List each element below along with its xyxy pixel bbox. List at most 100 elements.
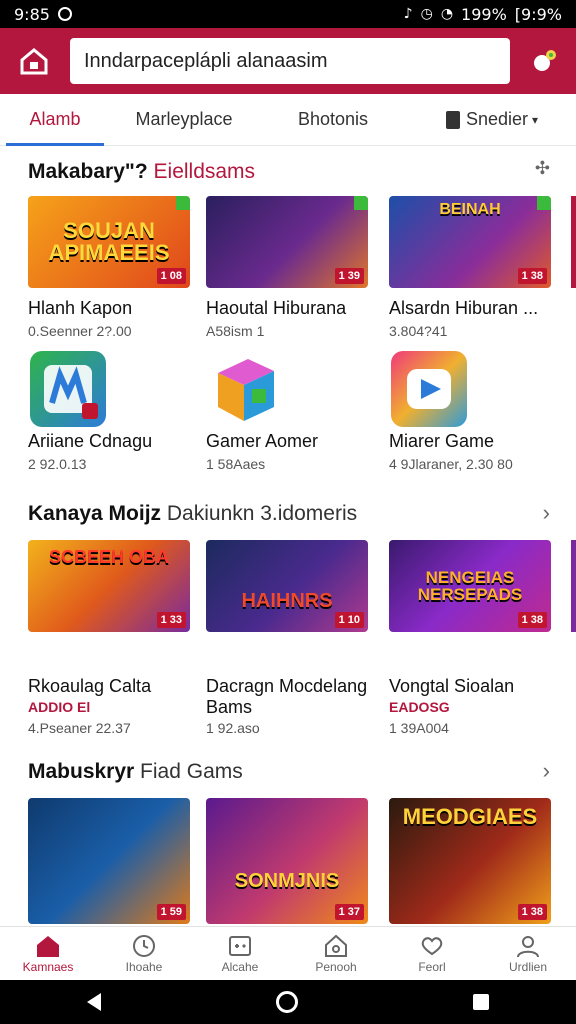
tab-label: Alamb: [29, 109, 81, 129]
game-title[interactable]: Vongtal Sioalan: [389, 676, 514, 697]
app-meta: 1 58Aaes: [206, 456, 266, 472]
nav-label: Urdlien: [508, 959, 547, 974]
app-meta: 4 9Jlaraner, 2.30 80: [389, 456, 513, 472]
next-card-peek: [571, 196, 576, 288]
gamepad-icon: [229, 935, 251, 956]
back-icon[interactable]: [87, 993, 102, 1011]
game-tile[interactable]: SONMJNIS 1 37: [206, 798, 368, 924]
tile-badge: 1 37: [334, 904, 364, 920]
tile-badge: 1 38: [517, 904, 547, 920]
house-outline-icon: [325, 934, 347, 957]
tile-badge: 1 38: [517, 612, 547, 628]
play-icon: [407, 369, 451, 409]
wifi-icon: ◔: [440, 6, 454, 22]
game-title[interactable]: Alsardn Hiburan ...: [389, 298, 538, 319]
tile-corner-mark: [354, 196, 368, 210]
home-icon: [20, 48, 48, 75]
sparkle-icon[interactable]: ✣: [535, 158, 550, 179]
tab-marketplace[interactable]: Marleyplace: [110, 94, 258, 146]
section-subheading: Dakiunkn 3.idomeris: [166, 502, 358, 525]
cube-icon: [218, 359, 274, 421]
home-button[interactable]: [12, 39, 56, 83]
section-heading: Mabuskryr: [28, 760, 141, 783]
game-tile[interactable]: HAIHNRS 1 10: [206, 540, 368, 632]
alarm-icon: ◷: [420, 6, 433, 22]
nav-label: Penooh: [315, 959, 357, 974]
game-title[interactable]: Hlanh Kapon: [28, 298, 132, 319]
system-navigation-bar: [0, 980, 576, 1024]
nav-item-penooh[interactable]: Penooh: [288, 927, 384, 980]
search-input[interactable]: [84, 49, 496, 73]
game-tile[interactable]: SCBEEH OBA 1 33: [28, 540, 190, 632]
tile-badge: 1 59: [156, 904, 186, 920]
game-tile[interactable]: 1 39: [206, 196, 368, 288]
app-title[interactable]: Ariiane Cdnagu: [28, 431, 152, 452]
document-icon: [445, 110, 460, 129]
section-title: Makabary"? Eielldsams: [28, 160, 255, 184]
chevron-right-icon[interactable]: ›: [543, 758, 550, 784]
tab-label: Snedier: [465, 109, 528, 129]
tab-snedier[interactable]: Snedier ▾: [408, 94, 576, 146]
volume-icon: ♪: [403, 6, 413, 22]
tile-badge: 1 10: [334, 612, 364, 628]
nav-item-feorl[interactable]: Feorl: [384, 927, 480, 980]
app-icon[interactable]: [391, 351, 467, 427]
bottom-navigation: Kamnaes Ihoahe Alcahe Penooh Feorl Urdli…: [0, 926, 576, 980]
app-title[interactable]: Miarer Game: [389, 431, 494, 452]
nav-item-kamnaes[interactable]: Kamnaes: [0, 927, 96, 980]
section-title: Kanaya Moijz Dakiunkn 3.idomeris: [28, 502, 357, 526]
game-meta: 1 39A004: [389, 720, 449, 736]
game-title[interactable]: Haoutal Hiburana: [206, 298, 346, 319]
home-icon: [37, 935, 59, 957]
recent-apps-icon[interactable]: [472, 994, 489, 1010]
nav-item-ihoahe[interactable]: Ihoahe: [96, 927, 192, 980]
status-bar: 9:85 ♪ ◷ ◔ 199% [9:9%: [0, 0, 576, 28]
content-feed[interactable]: Makabary"? Eielldsams ✣ SOUJAN APIMAEEIS…: [0, 146, 576, 926]
app-icon[interactable]: [30, 351, 106, 427]
status-clock: [9:9%: [514, 4, 562, 24]
home-circle-icon[interactable]: [275, 991, 298, 1013]
app-meta: 2 92.0.13: [28, 456, 87, 472]
nav-label: Feorl: [418, 959, 446, 974]
nav-item-urdlien[interactable]: Urdlien: [480, 927, 576, 980]
notification-icon: [57, 7, 72, 21]
tile-corner-mark: [537, 196, 551, 210]
tile-badge: 1 38: [517, 268, 547, 284]
game-meta: 4.Pseaner 22.37: [28, 720, 131, 736]
tab-label: Marleyplace: [135, 109, 233, 129]
game-tile[interactable]: SOUJAN APIMAEEIS 1 08: [28, 196, 190, 288]
tab-bhotonis[interactable]: Bhotonis: [258, 94, 408, 146]
chevron-right-icon[interactable]: ›: [543, 500, 550, 526]
user-icon: [517, 935, 539, 957]
puzzle-icon: [534, 50, 556, 71]
letter-m-icon: [44, 365, 98, 419]
clock-icon: [133, 934, 155, 957]
game-tile[interactable]: NENGEIAS NERSEPADS 1 38: [389, 540, 551, 632]
game-meta: 1 92.aso: [206, 720, 260, 736]
tile-badge: 1 08: [156, 268, 186, 284]
game-meta: 0.Seenner 2?.00: [28, 323, 132, 339]
nav-item-alcahe[interactable]: Alcahe: [192, 927, 288, 980]
game-title[interactable]: Rkoaulag Calta: [28, 676, 151, 697]
status-time: 9:85: [14, 4, 50, 24]
nav-label: Kamnaes: [22, 959, 74, 974]
game-title-line2: Bams: [206, 697, 253, 717]
nav-label: Ihoahe: [125, 959, 163, 974]
category-tabs: Alamb Marleyplace Bhotonis Snedier ▾: [0, 94, 576, 146]
tab-alamb[interactable]: Alamb: [0, 94, 110, 146]
app-icon[interactable]: [208, 351, 284, 427]
game-tile[interactable]: 1 59: [28, 798, 190, 924]
app-title[interactable]: Gamer Aomer: [206, 431, 318, 452]
search-field[interactable]: [70, 38, 510, 84]
game-meta: 3.804?41: [389, 323, 448, 339]
puzzle-button[interactable]: [524, 41, 564, 81]
game-tile[interactable]: MEODGIAES 1 38: [389, 798, 551, 924]
game-tile[interactable]: BEINAH 1 38: [389, 196, 551, 288]
section-heading: Makabary"?: [28, 160, 154, 183]
chevron-down-icon: ▾: [532, 112, 539, 127]
tile-badge: 1 39: [334, 268, 364, 284]
game-title[interactable]: Dacragn Mocdelang: [206, 676, 367, 697]
battery-percent: 199%: [461, 4, 507, 24]
section-subheading: Eielldsams: [153, 160, 256, 183]
tile-badge: 1 33: [156, 612, 186, 628]
